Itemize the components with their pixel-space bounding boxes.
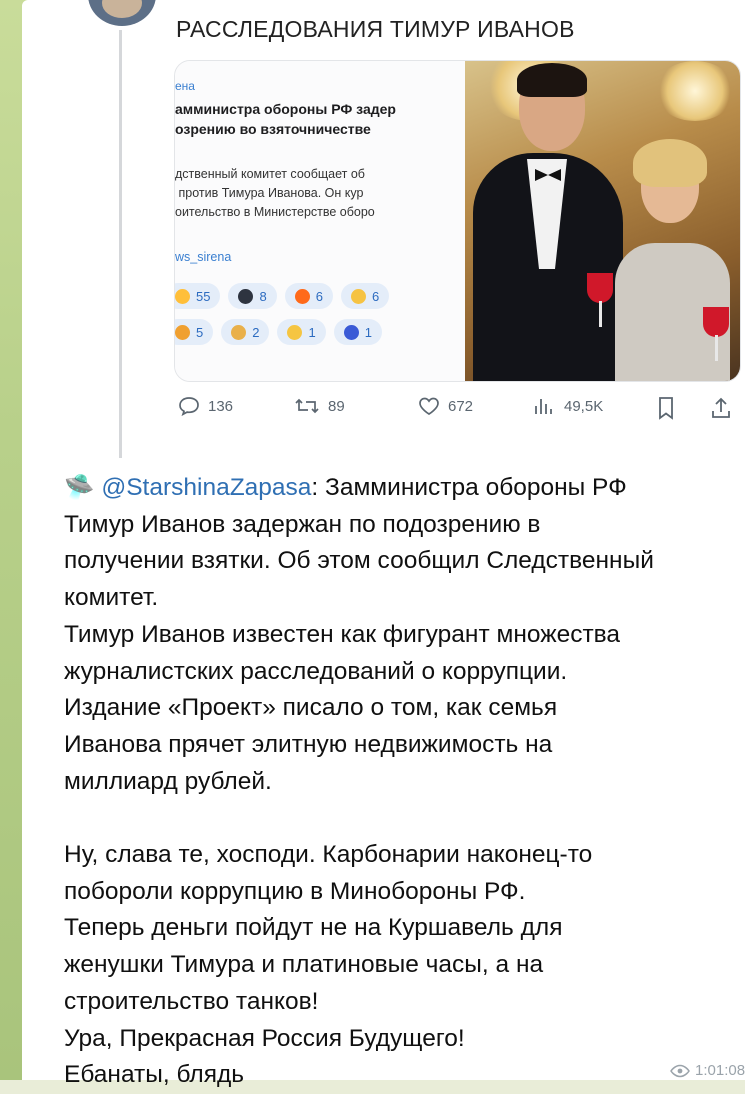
heart-icon — [419, 397, 439, 415]
reaction-pill: 5 — [175, 319, 214, 345]
replies-count: 136 — [208, 397, 234, 415]
message-time: 1:01:08 — [695, 1062, 745, 1079]
reaction-count: 6 — [371, 288, 380, 304]
reposts-stat[interactable]: 89 — [294, 396, 345, 416]
message-line: Иванова прячет элитную недвижимость на — [64, 730, 553, 758]
reaction-count: 1 — [308, 324, 316, 340]
reaction-row: 55 8 6 6 — [175, 283, 465, 309]
message-line: Теперь деньги пойдут не на Куршавель для — [64, 914, 563, 942]
bomb-emoji-icon — [175, 288, 190, 304]
message-line: журналистских расследований о коррупции. — [64, 657, 568, 685]
ufo-emoji-icon: 🛸 — [64, 474, 95, 501]
message-line: Издание «Проект» писало о том, как семья — [64, 694, 558, 722]
message-line: строительство танков! — [64, 987, 319, 1015]
reaction-pill: 2 — [221, 319, 270, 345]
message-bubble: РАССЛЕДОВАНИЯ ТИМУР ИВАНОВ ена амминистр… — [22, 0, 745, 1088]
views-chart-icon — [535, 399, 552, 414]
wine-glass-stem — [715, 335, 718, 361]
embedded-news-card: ена амминистра обороны РФ задер озрению … — [175, 61, 465, 381]
avatar[interactable] — [88, 0, 156, 26]
news-headline: амминистра обороны РФ задер озрению во в… — [175, 101, 396, 137]
scream-emoji-icon — [350, 288, 366, 304]
post-title: РАССЛЕДОВАНИЯ ТИМУР ИВАНОВ — [176, 16, 575, 42]
reaction-pill: 8 — [228, 283, 277, 309]
news-link: ws_sirena — [175, 250, 232, 264]
embedded-screenshot[interactable]: ена амминистра обороны РФ задер озрению … — [174, 60, 741, 382]
views-count: 49,5K — [564, 397, 604, 415]
message-line: получении взятки. Об этом сообщил Следст… — [64, 547, 654, 575]
bomb-emoji-icon — [238, 288, 254, 304]
reply-icon — [179, 397, 199, 416]
chandelier-light — [655, 61, 735, 121]
message-line: комитет. — [64, 584, 159, 612]
reply-thread-line — [119, 30, 122, 458]
reaction-count: 5 — [196, 324, 204, 340]
message-line: Тимур Иванов задержан по подозрению в — [64, 510, 541, 538]
share-icon[interactable] — [710, 396, 732, 420]
message-line: Ура, Прекрасная Россия Будущего! — [64, 1024, 465, 1052]
reaction-pill: 1 — [333, 319, 382, 345]
praying-emoji-icon — [231, 324, 247, 340]
reaction-count: 6 — [315, 288, 323, 304]
message-line: Ебанаты, блядь — [64, 1061, 245, 1089]
replies-stat[interactable]: 136 — [178, 396, 233, 416]
message-line: женушки Тимура и платиновые часы, а на — [64, 951, 544, 979]
likes-count: 672 — [448, 397, 474, 415]
message-line: побороли коррупцию в Минобороны РФ. — [64, 877, 526, 905]
clown-emoji-icon — [175, 324, 190, 340]
message-line: Ну, слава те, хосподи. Карбонарии наконе… — [64, 841, 593, 869]
likes-stat[interactable]: 672 — [418, 396, 473, 416]
tweet-stats: 136 89 672 49,5K — [174, 396, 739, 424]
man-hair — [517, 63, 587, 97]
bookmark-icon[interactable] — [656, 396, 676, 420]
views-stat[interactable]: 49,5K — [532, 396, 603, 416]
eye-icon — [670, 1064, 690, 1077]
reaction-pill: 6 — [284, 283, 333, 309]
wine-glass-stem — [599, 301, 602, 327]
news-photo — [465, 61, 740, 381]
woman-hair — [633, 139, 707, 187]
reaction-count: 55 — [196, 288, 211, 304]
reaction-pill: 1 — [277, 319, 326, 345]
wine-glass — [587, 273, 613, 303]
reactions: 55 8 6 6 5 2 1 1 — [175, 283, 465, 355]
reaction-row: 5 2 1 1 — [175, 319, 465, 345]
cool-emoji-icon — [343, 324, 359, 340]
reposts-count: 89 — [328, 397, 345, 415]
reaction-pill: 55 — [175, 283, 221, 309]
message-first-line: 🛸 @StarshinaZapasa: Замминистра обороны … — [64, 470, 745, 507]
reaction-pill: 6 — [340, 283, 390, 309]
reaction-count: 8 — [259, 288, 267, 304]
reaction-count: 2 — [252, 324, 260, 340]
news-body: дственный комитет сообщает об против Тим… — [175, 167, 375, 219]
message-meta: 1:01:08 — [670, 1062, 745, 1079]
fire-emoji-icon — [294, 288, 310, 304]
repost-icon — [295, 398, 319, 414]
thinking-emoji-icon — [287, 324, 303, 340]
mention-link[interactable]: @StarshinaZapasa — [101, 474, 311, 501]
message-line: миллиард рублей. — [64, 767, 272, 795]
news-source: ена — [175, 79, 195, 93]
message-line: Тимур Иванов известен как фигурант множе… — [64, 620, 621, 648]
reaction-count: 1 — [364, 324, 372, 340]
message-after-mention: : Замминистра обороны РФ — [311, 474, 627, 501]
wine-glass — [703, 307, 729, 337]
message-text: 🛸 @StarshinaZapasa: Замминистра обороны … — [64, 470, 745, 1094]
